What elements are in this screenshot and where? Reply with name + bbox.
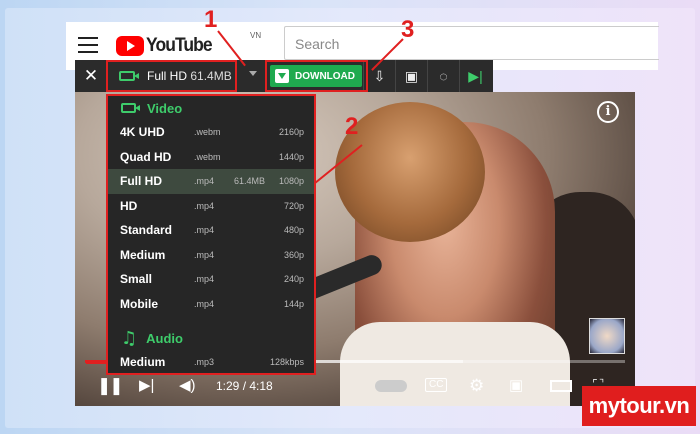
pause-icon[interactable]: ❚❚ — [97, 376, 123, 396]
lightbulb-icon[interactable]: ◌ — [427, 60, 459, 92]
picture-in-picture-icon[interactable]: ▣ — [395, 60, 427, 92]
chevron-down-icon[interactable] — [249, 71, 257, 76]
next-icon[interactable]: ▶| — [139, 376, 154, 396]
youtube-logo[interactable]: YouTube VN — [116, 31, 261, 57]
annotation-box-quality-menu — [106, 94, 316, 375]
miniplayer-icon[interactable]: ▣ — [509, 376, 523, 396]
channel-watermark[interactable] — [589, 318, 625, 354]
annotation-number-1: 1 — [204, 6, 218, 33]
volume-icon[interactable]: ◀) — [179, 376, 196, 396]
autoplay-toggle[interactable] — [375, 380, 407, 392]
time-display: 1:29 / 4:18 — [216, 379, 273, 393]
annotation-number-2: 2 — [345, 113, 359, 140]
annotation-box-download-button — [265, 60, 368, 92]
theater-mode-icon[interactable] — [550, 380, 572, 392]
annotation-arrow-audio — [86, 362, 106, 364]
annotation-box-quality-selector — [106, 60, 237, 92]
info-icon[interactable]: i — [597, 101, 619, 123]
youtube-logo-text: YouTube — [146, 35, 213, 56]
mytour-brand-badge: mytour.vn — [582, 386, 696, 426]
player-controls: ❚❚ ▶| ◀) 1:29 / 4:18 CC ⚙ ▣ ⛶ — [75, 370, 635, 404]
annotation-number-3: 3 — [401, 16, 415, 43]
close-button[interactable]: ✕ — [82, 66, 100, 86]
skip-next-icon[interactable]: ▶| — [459, 60, 491, 92]
time-current: 1:29 — [216, 379, 240, 393]
country-code: VN — [250, 31, 262, 40]
settings-gear-icon[interactable]: ⚙ — [469, 376, 484, 396]
time-total: 4:18 — [249, 379, 273, 393]
captions-icon[interactable]: CC — [425, 378, 448, 392]
menu-icon[interactable] — [78, 37, 98, 53]
search-input[interactable]: Search — [284, 26, 659, 60]
youtube-play-icon — [116, 36, 144, 56]
